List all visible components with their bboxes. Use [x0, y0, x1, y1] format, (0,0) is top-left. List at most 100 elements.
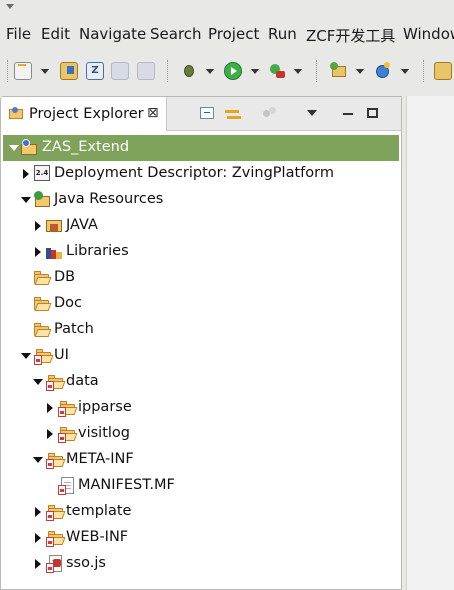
run-icon[interactable]: [224, 62, 242, 80]
expanded-chevron-icon[interactable]: [9, 145, 19, 151]
new-java-project-icon[interactable]: [330, 62, 348, 80]
tree-item-java-resources[interactable]: Java Resources: [3, 187, 399, 213]
open-perspective-icon[interactable]: [434, 62, 452, 80]
tree-item-data[interactable]: data: [3, 369, 399, 395]
expanded-chevron-icon[interactable]: [21, 197, 31, 203]
menu-navigate[interactable]: Navigate: [79, 25, 146, 43]
view-menu-icon[interactable]: [307, 110, 317, 116]
tree-item-label: Java Resources: [54, 191, 164, 207]
save-all-icon[interactable]: [137, 62, 155, 80]
menu-bar: File Edit Navigate Search Project Run ZC…: [0, 22, 454, 48]
window-menu-caret-icon[interactable]: [6, 4, 14, 9]
toolbar-separator: [7, 60, 8, 82]
tree-item-label: UI: [54, 347, 69, 363]
tree-item-libraries[interactable]: Libraries: [3, 239, 399, 265]
toolbar-separator: [316, 60, 317, 82]
collapsed-chevron-icon[interactable]: [35, 221, 41, 231]
folder-icon: [46, 505, 66, 523]
js-file-icon: [46, 555, 65, 573]
folder-icon: [34, 271, 52, 289]
tree-item-doc[interactable]: Doc: [3, 291, 399, 317]
debug-dropdown-icon[interactable]: [206, 69, 214, 74]
tree-item-label: Doc: [54, 295, 83, 311]
expanded-chevron-icon[interactable]: [33, 457, 43, 463]
tab-title: Project Explorer: [29, 106, 144, 122]
tree-item-deployment-descriptor[interactable]: 2.4 Deployment Descriptor: ZvingPlatform: [3, 161, 399, 187]
save-icon[interactable]: [111, 62, 129, 80]
expanded-chevron-icon[interactable]: [21, 353, 31, 359]
new-class-icon[interactable]: [374, 62, 392, 80]
folder-icon: [46, 453, 66, 471]
libraries-icon: [46, 243, 64, 261]
close-icon[interactable]: ⊠: [147, 105, 159, 121]
link-with-editor-icon[interactable]: [225, 107, 241, 121]
collapsed-chevron-icon[interactable]: [35, 533, 41, 543]
external-tools-dropdown-icon[interactable]: [294, 69, 302, 74]
tree-item-db[interactable]: DB: [3, 265, 399, 291]
new-class-dropdown-icon[interactable]: [401, 69, 409, 74]
java-resources-icon: [34, 191, 52, 209]
tree-item-zas-extend[interactable]: ZAS_Extend: [3, 135, 399, 161]
tree-item-label: ipparse: [78, 399, 132, 415]
collapsed-chevron-icon[interactable]: [47, 403, 53, 413]
run-dropdown-icon[interactable]: [251, 69, 259, 74]
menu-search[interactable]: Search: [150, 25, 202, 43]
tree-item-ui[interactable]: UI: [3, 343, 399, 369]
source-folder-icon: [46, 217, 64, 235]
tree-item-web-inf[interactable]: WEB-INF: [3, 525, 399, 551]
tree-item-ipparse[interactable]: ipparse: [3, 395, 399, 421]
tab-project-explorer[interactable]: Project Explorer ⊠: [1, 97, 167, 131]
maximize-icon[interactable]: [367, 108, 378, 118]
menu-zcf-dev-tools[interactable]: ZCF开发工具: [306, 25, 395, 46]
tree-item-label: JAVA: [66, 217, 98, 233]
tree-item-template[interactable]: template: [3, 499, 399, 525]
menu-project[interactable]: Project: [208, 25, 259, 43]
window-title-strip: [0, 0, 454, 20]
new-dropdown-icon[interactable]: [41, 69, 49, 74]
tree-item-patch[interactable]: Patch: [3, 317, 399, 343]
collapsed-chevron-icon[interactable]: [23, 169, 29, 179]
new-java-project-dropdown-icon[interactable]: [356, 69, 364, 74]
tree-item-label: template: [66, 503, 132, 519]
debug-icon[interactable]: [180, 62, 198, 80]
tree-item-label: MANIFEST.MF: [78, 477, 175, 493]
tree-item-label: WEB-INF: [66, 529, 129, 545]
toolbar-separator: [423, 60, 424, 82]
tree-item-label: Libraries: [66, 243, 129, 259]
collapsed-chevron-icon[interactable]: [47, 429, 53, 439]
new-icon[interactable]: [14, 62, 32, 80]
collapsed-chevron-icon[interactable]: [35, 247, 41, 257]
tree-item-sso-js[interactable]: sso.js: [3, 551, 399, 577]
folder-icon: [58, 401, 78, 419]
expanded-chevron-icon[interactable]: [33, 379, 43, 385]
external-tools-icon[interactable]: [268, 62, 286, 80]
folder-icon: [46, 531, 66, 549]
project-explorer-view: Project Explorer ⊠ ZAS_Extend 2.4 Deploy…: [0, 96, 402, 590]
toolbar-separator: [167, 60, 168, 82]
tree-item-meta-inf[interactable]: META-INF: [3, 447, 399, 473]
deployment-descriptor-icon: 2.4: [34, 165, 52, 183]
collapsed-chevron-icon[interactable]: [35, 559, 41, 569]
file-icon: [58, 477, 77, 495]
menu-run[interactable]: Run: [268, 25, 297, 43]
zving-icon[interactable]: Z: [86, 62, 104, 80]
project-explorer-icon: [9, 107, 23, 119]
tree-item-visitlog[interactable]: visitlog: [3, 421, 399, 447]
tree-item-label: META-INF: [66, 451, 134, 467]
project-icon: [21, 139, 39, 157]
focus-icon[interactable]: [263, 107, 277, 119]
menu-window[interactable]: Window: [403, 25, 454, 43]
main-toolbar: Z: [0, 54, 454, 88]
tree-item-label: ZAS_Extend: [42, 139, 130, 155]
minimize-icon[interactable]: [343, 113, 353, 115]
tree-item-manifest-mf[interactable]: MANIFEST.MF: [3, 473, 399, 499]
collapse-all-icon[interactable]: [200, 107, 214, 119]
menu-file[interactable]: File: [6, 25, 31, 43]
tree-item-label: data: [66, 373, 99, 389]
tree-item-java[interactable]: JAVA: [3, 213, 399, 239]
tree-item-label: Deployment Descriptor: ZvingPlatform: [54, 165, 334, 181]
folder-icon: [46, 375, 66, 393]
collapsed-chevron-icon[interactable]: [35, 507, 41, 517]
open-type-icon[interactable]: [60, 62, 78, 80]
menu-edit[interactable]: Edit: [41, 25, 70, 43]
